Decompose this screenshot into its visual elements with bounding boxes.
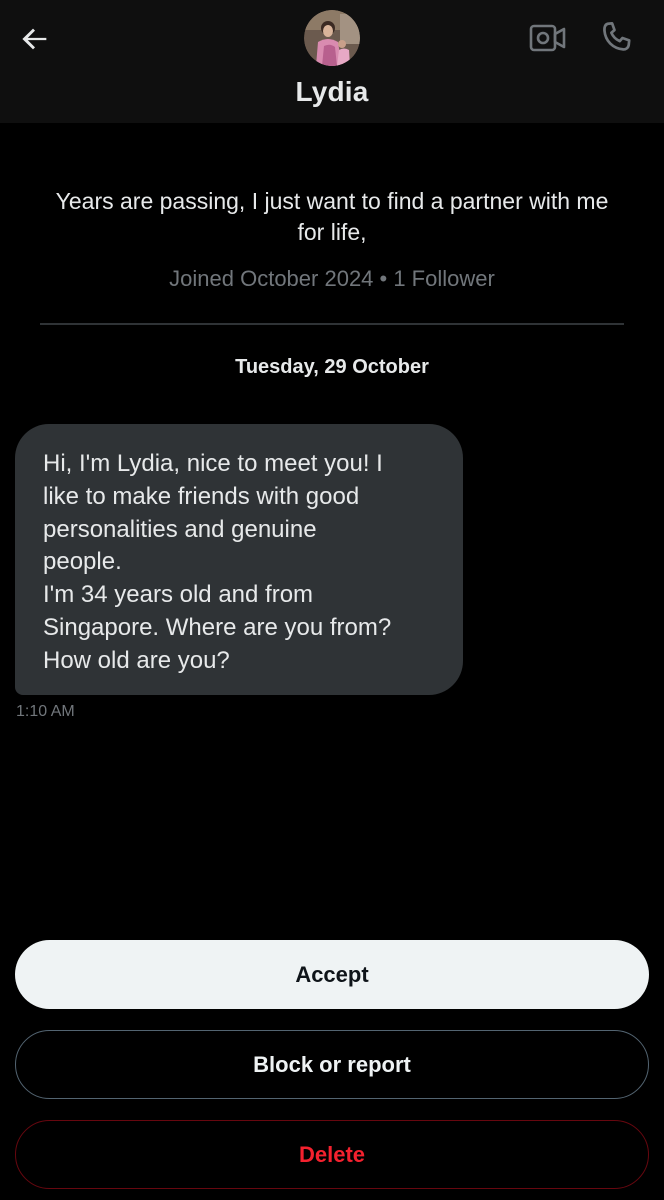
message-line: like to make friends with good: [43, 482, 360, 510]
message-bubble[interactable]: Hi, I'm Lydia, nice to meet you! I like …: [15, 424, 463, 695]
voice-call-button[interactable]: [594, 16, 638, 60]
message-line: I'm 34 years old and from: [43, 581, 314, 609]
back-button[interactable]: [14, 18, 56, 60]
arrow-left-icon: [22, 28, 47, 50]
divider: [40, 323, 624, 325]
video-call-button[interactable]: [526, 18, 570, 58]
message-timestamp: 1:10 AM: [16, 703, 75, 720]
avatar[interactable]: [304, 10, 360, 66]
profile-meta: Joined October 2024 • 1 Follower: [169, 266, 495, 291]
message-line: Singapore. Where are you from?: [43, 613, 392, 641]
accept-button[interactable]: Accept: [15, 940, 649, 1009]
video-camera-icon: [529, 24, 566, 52]
profile-bio: Years are passing, I just want to find a…: [55, 188, 609, 245]
conversation-header: Lydia: [0, 0, 664, 123]
message-line: personalities and genuine: [43, 515, 317, 543]
date-separator: Tuesday, 29 October: [235, 356, 429, 378]
avatar-photo: [304, 10, 360, 66]
contact-name: Lydia: [295, 76, 369, 107]
phone-icon: [603, 21, 631, 51]
message-line: How old are you?: [43, 646, 230, 674]
block-or-report-button[interactable]: Block or report: [15, 1030, 649, 1099]
delete-button[interactable]: Delete: [15, 1120, 649, 1189]
dm-request-screen: Lydia Years are passing, I just want to …: [0, 0, 664, 1200]
message-line: people.: [43, 548, 122, 576]
message-line: Hi, I'm Lydia, nice to meet you! I: [43, 450, 383, 477]
